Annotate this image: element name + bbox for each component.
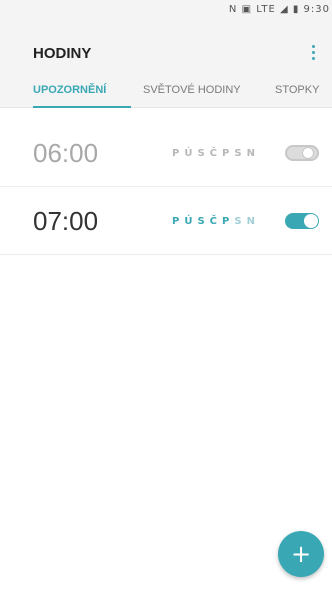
alarm-days: P Ú S Č P S N <box>172 216 256 227</box>
add-alarm-button[interactable]: + <box>278 531 324 577</box>
day-label: Č <box>209 148 219 159</box>
day-label: P <box>172 216 181 227</box>
tab-world-clock[interactable]: SVĚTOVÉ HODINY <box>143 84 241 96</box>
day-label: P <box>222 148 231 159</box>
tab-alarms[interactable]: UPOZORNĚNÍ <box>33 84 106 96</box>
alarm-time: 06:00 <box>33 138 99 168</box>
day-label: N <box>246 216 256 227</box>
day-label: Ú <box>184 148 194 159</box>
alarm-days: P Ú S Č P S N <box>172 148 256 159</box>
day-label: Č <box>209 216 219 227</box>
alarm-toggle[interactable] <box>285 145 319 161</box>
day-label: S <box>197 148 206 159</box>
toggle-knob <box>302 147 314 159</box>
day-label: P <box>172 148 181 159</box>
day-label: S <box>234 148 243 159</box>
app-header: HODINY UPOZORNĚNÍ SVĚTOVÉ HODINY STOPKY <box>0 22 332 108</box>
more-vertical-icon[interactable] <box>306 40 320 64</box>
day-label: Ú <box>184 216 194 227</box>
toggle-knob <box>304 214 318 228</box>
alarm-toggle[interactable] <box>285 213 319 229</box>
status-bar: N ▣ LTE ◢ ▮ 9:30 <box>0 0 332 22</box>
alarm-item[interactable]: 07:00 P Ú S Č P S N <box>0 188 332 255</box>
day-label: N <box>246 148 256 159</box>
day-label: S <box>234 216 243 227</box>
day-label: P <box>222 216 231 227</box>
app-title: HODINY <box>33 45 92 62</box>
add-icon: + <box>290 540 312 568</box>
alarm-time: 07:00 <box>33 206 99 236</box>
active-tab-indicator <box>33 106 131 108</box>
alarm-item[interactable]: 06:00 P Ú S Č P S N <box>0 120 332 187</box>
day-label: S <box>197 216 206 227</box>
status-icons: N ▣ LTE ◢ ▮ 9:30 <box>228 4 330 15</box>
tab-stopwatch[interactable]: STOPKY <box>275 84 319 96</box>
tab-bar: UPOZORNĚNÍ SVĚTOVÉ HODINY STOPKY <box>0 77 332 108</box>
